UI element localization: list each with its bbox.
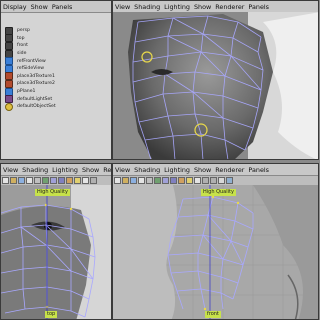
outliner-item-reffrontview[interactable]: refFrontView <box>1 57 111 66</box>
menu-shading[interactable]: Shading <box>132 165 162 175</box>
smooth-shade-icon[interactable] <box>170 177 177 184</box>
menu-show[interactable]: Show <box>192 165 213 175</box>
resolution-gate-icon[interactable] <box>154 177 161 184</box>
isolate-icon[interactable] <box>202 177 209 184</box>
menu-view[interactable]: View <box>113 2 132 12</box>
top-tag: top <box>45 311 58 318</box>
menu-view[interactable]: View <box>113 165 132 175</box>
bookmark-icon[interactable] <box>122 177 129 184</box>
lights-icon[interactable] <box>74 177 81 184</box>
safe-action-icon[interactable] <box>226 177 233 184</box>
high-quality-tag: High Quality <box>35 189 70 196</box>
menu-panels[interactable]: Panels <box>246 2 271 12</box>
select-camera-icon[interactable] <box>2 177 9 184</box>
viewport-canvas[interactable]: High Quality top <box>1 185 111 319</box>
menu-renderer[interactable]: Rend <box>101 165 111 175</box>
head-mesh-front <box>113 12 318 159</box>
menu-shading[interactable]: Shading <box>132 2 162 12</box>
viewport-canvas[interactable] <box>113 12 318 159</box>
outliner-item-pplane1[interactable]: pPlane1 <box>1 87 111 96</box>
select-camera-icon[interactable] <box>114 177 121 184</box>
textured-icon[interactable] <box>66 177 73 184</box>
outliner-item-defaultlightset[interactable]: defaultLightSet <box>1 95 111 104</box>
outliner-item-front[interactable]: front <box>1 41 111 50</box>
film-gate-icon[interactable] <box>34 177 41 184</box>
film-gate-icon[interactable] <box>146 177 153 184</box>
viewport-top-right[interactable]: View Shading Lighting Show Renderer Pane… <box>112 0 319 160</box>
camera-icon <box>5 41 13 50</box>
front-tag: front <box>205 311 221 318</box>
viewport-menubar: View Shading Lighting Show Renderer Pane… <box>113 164 318 176</box>
lights-icon[interactable] <box>186 177 193 184</box>
textured-icon[interactable] <box>178 177 185 184</box>
texture-icon <box>5 79 13 88</box>
outliner-list: persp top front side refFrontView refSid… <box>1 13 111 159</box>
menu-show[interactable]: Show <box>80 165 101 175</box>
outliner-item-defaultobjectset[interactable]: defaultObjectSet <box>1 102 111 111</box>
light-set-icon <box>5 95 13 104</box>
smooth-shade-icon[interactable] <box>58 177 65 184</box>
menu-renderer[interactable]: Renderer <box>213 2 246 12</box>
viewport-menubar: View Shading Lighting Show Rend <box>1 164 111 176</box>
xray-icon[interactable] <box>194 177 201 184</box>
outliner-item-place3dtexture1[interactable]: place3dTexture1 <box>1 72 111 81</box>
grid-icon[interactable] <box>26 177 33 184</box>
object-set-icon <box>5 102 13 111</box>
wireframe-icon[interactable] <box>162 177 169 184</box>
outliner-item-refsideview[interactable]: refSideView <box>1 64 111 73</box>
menu-shading[interactable]: Shading <box>20 165 50 175</box>
resolution-gate-icon[interactable] <box>42 177 49 184</box>
xray-icon[interactable] <box>82 177 89 184</box>
menu-show[interactable]: Show <box>192 2 213 12</box>
plane-icon <box>5 57 13 66</box>
image-plane-icon[interactable] <box>130 177 137 184</box>
outliner-menubar: Display Show Panels <box>1 1 111 13</box>
image-plane-icon[interactable] <box>18 177 25 184</box>
head-mesh-front-closeup <box>1 185 111 319</box>
gate-mask-icon[interactable] <box>218 177 225 184</box>
isolate-icon[interactable] <box>90 177 97 184</box>
outliner-menu-panels[interactable]: Panels <box>50 2 75 12</box>
outliner-item-side[interactable]: side <box>1 49 111 58</box>
outliner-menu-show[interactable]: Show <box>29 2 50 12</box>
menu-lighting[interactable]: Lighting <box>50 165 80 175</box>
outliner-item-persp[interactable]: persp <box>1 26 111 35</box>
outliner-item-top[interactable]: top <box>1 34 111 43</box>
menu-view[interactable]: View <box>1 165 20 175</box>
outliner-panel: Display Show Panels persp top front side… <box>0 0 112 160</box>
head-mesh-side <box>113 185 318 319</box>
wireframe-icon[interactable] <box>50 177 57 184</box>
viewport-bottom-right[interactable]: View Shading Lighting Show Renderer Pane… <box>112 163 319 320</box>
viewport-bottom-left[interactable]: View Shading Lighting Show Rend <box>0 163 112 320</box>
high-quality-tag: High Quality <box>201 189 236 196</box>
menu-lighting[interactable]: Lighting <box>162 165 192 175</box>
outliner-menu-display[interactable]: Display <box>1 2 29 12</box>
outliner-item-place3dtexture2[interactable]: place3dTexture2 <box>1 79 111 88</box>
bookmark-icon[interactable] <box>10 177 17 184</box>
grid-icon[interactable] <box>138 177 145 184</box>
hud-icon[interactable] <box>210 177 217 184</box>
menu-panels[interactable]: Panels <box>246 165 271 175</box>
viewport-canvas[interactable]: High Quality front <box>113 185 318 319</box>
menu-lighting[interactable]: Lighting <box>162 2 192 12</box>
menu-renderer[interactable]: Renderer <box>213 165 246 175</box>
